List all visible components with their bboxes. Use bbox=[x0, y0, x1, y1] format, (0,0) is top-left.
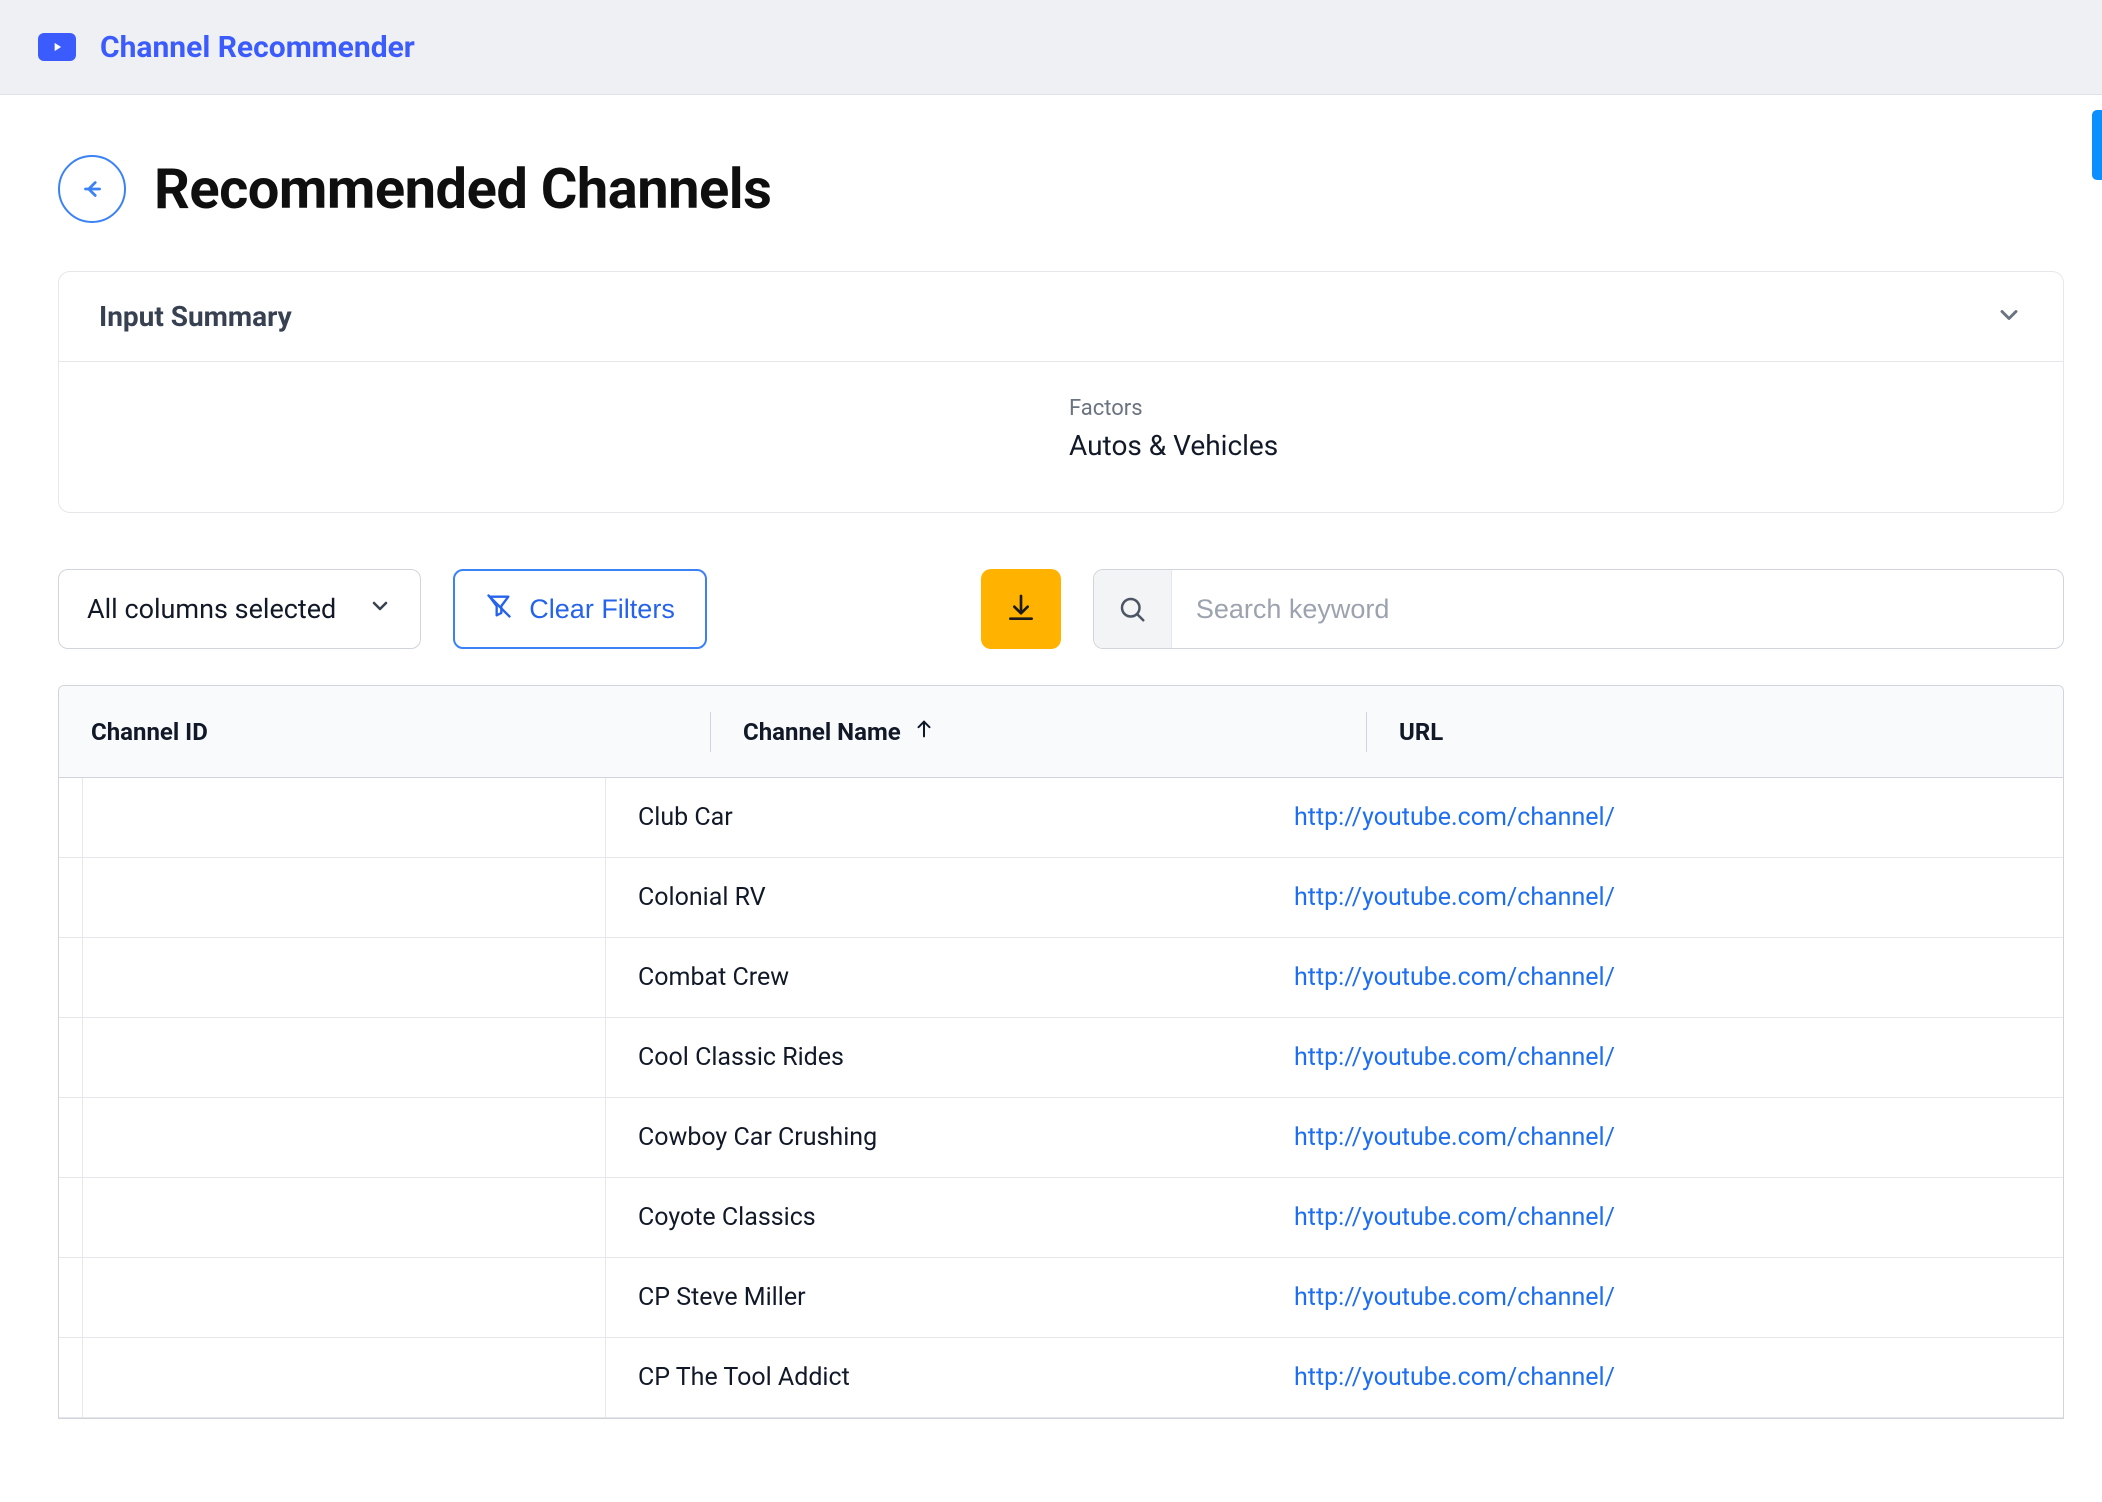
cell-url: http://youtube.com/channel/ bbox=[1262, 803, 2063, 832]
cell-channel-name: Coyote Classics bbox=[606, 1203, 1262, 1232]
columns-select-label: All columns selected bbox=[87, 593, 336, 625]
youtube-icon bbox=[38, 33, 76, 61]
cell-url: http://youtube.com/channel/ bbox=[1262, 1123, 2063, 1152]
table-body: Club Car http://youtube.com/channel/Colon… bbox=[59, 778, 2063, 1418]
clear-filters-label: Clear Filters bbox=[529, 594, 675, 625]
download-icon bbox=[1005, 592, 1037, 627]
page-title: Recommended Channels bbox=[154, 156, 771, 222]
search-icon bbox=[1094, 570, 1172, 648]
clear-filters-button[interactable]: Clear Filters bbox=[453, 569, 707, 649]
cell-url: http://youtube.com/channel/ bbox=[1262, 1363, 2063, 1392]
input-summary-body: Factors Autos & Vehicles bbox=[59, 362, 2063, 512]
channel-link[interactable]: http://youtube.com/channel/ bbox=[1294, 1363, 1615, 1392]
factors-label: Factors bbox=[1069, 396, 2023, 421]
col-header-channel-name[interactable]: Channel Name bbox=[711, 718, 1367, 746]
input-summary-heading: Input Summary bbox=[99, 300, 292, 333]
cell-url: http://youtube.com/channel/ bbox=[1262, 883, 2063, 912]
cell-url: http://youtube.com/channel/ bbox=[1262, 1203, 2063, 1232]
search-wrap bbox=[1093, 569, 2064, 649]
download-button[interactable] bbox=[981, 569, 1061, 649]
app-title[interactable]: Channel Recommender bbox=[100, 30, 415, 65]
cell-channel-name: Club Car bbox=[606, 803, 1262, 832]
table-row[interactable]: Cowboy Car Crushing http://youtube.com/ch… bbox=[59, 1098, 2063, 1178]
table-row[interactable]: CP The Tool Addict http://youtube.com/cha… bbox=[59, 1338, 2063, 1418]
cell-channel-name: CP The Tool Addict bbox=[606, 1363, 1262, 1392]
table-row[interactable]: Colonial RV http://youtube.com/channel/ bbox=[59, 858, 2063, 938]
table-row[interactable]: Club Car http://youtube.com/channel/ bbox=[59, 778, 2063, 858]
table-row[interactable]: Combat Crew http://youtube.com/channel/ bbox=[59, 938, 2063, 1018]
table-row[interactable]: CP Steve Miller http://youtube.com/channe… bbox=[59, 1258, 2063, 1338]
channel-link[interactable]: http://youtube.com/channel/ bbox=[1294, 803, 1615, 832]
channel-link[interactable]: http://youtube.com/channel/ bbox=[1294, 1123, 1615, 1152]
channel-link[interactable]: http://youtube.com/channel/ bbox=[1294, 1043, 1615, 1072]
toolbar: All columns selected Clear Filters bbox=[58, 569, 2064, 649]
cell-url: http://youtube.com/channel/ bbox=[1262, 963, 2063, 992]
col-header-url[interactable]: URL bbox=[1367, 718, 2063, 746]
chevron-down-icon bbox=[368, 593, 392, 625]
cell-url: http://youtube.com/channel/ bbox=[1262, 1283, 2063, 1312]
sort-asc-icon bbox=[913, 718, 935, 746]
chevron-down-icon bbox=[1995, 301, 2023, 333]
back-button[interactable] bbox=[58, 155, 126, 223]
channel-link[interactable]: http://youtube.com/channel/ bbox=[1294, 1203, 1615, 1232]
cell-channel-name: Cowboy Car Crushing bbox=[606, 1123, 1262, 1152]
table-row[interactable]: Coyote Classics http://youtube.com/channe… bbox=[59, 1178, 2063, 1258]
channel-link[interactable]: http://youtube.com/channel/ bbox=[1294, 883, 1615, 912]
input-summary-toggle[interactable]: Input Summary bbox=[59, 272, 2063, 362]
cell-channel-name: CP Steve Miller bbox=[606, 1283, 1262, 1312]
topbar: Channel Recommender bbox=[0, 0, 2102, 95]
table-row[interactable]: Cool Classic Rides http://youtube.com/cha… bbox=[59, 1018, 2063, 1098]
channel-link[interactable]: http://youtube.com/channel/ bbox=[1294, 963, 1615, 992]
filter-off-icon bbox=[485, 592, 513, 627]
table-header-row: Channel ID Channel Name URL bbox=[59, 686, 2063, 778]
channel-link[interactable]: http://youtube.com/channel/ bbox=[1294, 1283, 1615, 1312]
cell-channel-name: Colonial RV bbox=[606, 883, 1262, 912]
input-summary-card: Input Summary Factors Autos & Vehicles bbox=[58, 271, 2064, 513]
columns-select[interactable]: All columns selected bbox=[58, 569, 421, 649]
cell-channel-name: Combat Crew bbox=[606, 963, 1262, 992]
channels-table: Channel ID Channel Name URL Club Car http… bbox=[58, 685, 2064, 1419]
page-header: Recommended Channels bbox=[58, 155, 2064, 223]
cell-channel-name: Cool Classic Rides bbox=[606, 1043, 1262, 1072]
search-input[interactable] bbox=[1172, 594, 2063, 625]
cell-url: http://youtube.com/channel/ bbox=[1262, 1043, 2063, 1072]
factors-value: Autos & Vehicles bbox=[1069, 429, 2023, 462]
col-header-channel-id[interactable]: Channel ID bbox=[59, 718, 711, 746]
